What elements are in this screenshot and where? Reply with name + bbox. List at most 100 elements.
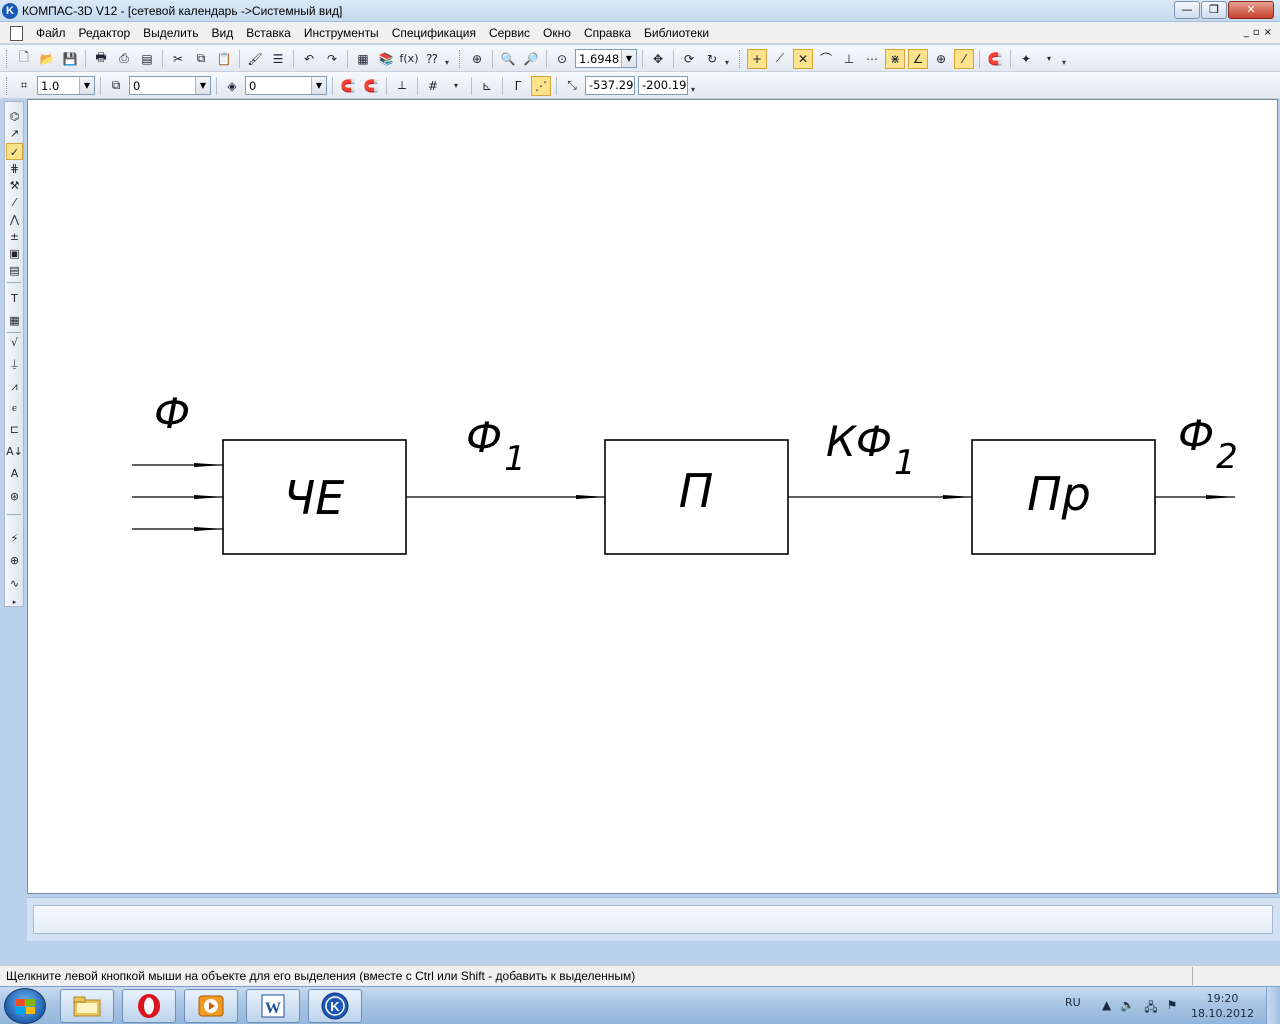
toolbar-overflow-icon[interactable]: ▾ — [691, 76, 700, 96]
snap-tangent-icon[interactable]: ⌒ — [816, 49, 836, 69]
zoom-window-icon[interactable]: ⊕ — [467, 49, 487, 69]
roughness-icon[interactable]: √ — [6, 334, 23, 351]
new-document-icon[interactable]: 🗋 — [14, 49, 34, 69]
ortho-mode-icon[interactable]: ⟂ — [392, 76, 412, 96]
taskbar-explorer[interactable] — [60, 989, 114, 1023]
undo-icon[interactable]: ↶ — [299, 49, 319, 69]
taskbar-opera[interactable] — [122, 989, 176, 1023]
menu-insert[interactable]: Вставка — [246, 26, 291, 40]
open-folder-icon[interactable]: 📂 — [37, 49, 57, 69]
toolbar-overflow-icon[interactable]: ▾ — [445, 49, 454, 69]
manager-icon[interactable]: ▦ — [353, 49, 373, 69]
redo-icon[interactable]: ↷ — [322, 49, 342, 69]
menu-libraries[interactable]: Библиотеки — [644, 26, 709, 40]
menu-window[interactable]: Окно — [543, 26, 571, 40]
language-indicator[interactable]: RU — [1065, 996, 1081, 1009]
coord-y-field[interactable]: -200.19 — [638, 76, 688, 95]
magnet-icon[interactable]: 🧲 — [985, 49, 1005, 69]
snap-midpoint-icon[interactable]: ⋇ — [885, 48, 905, 69]
pan-icon[interactable]: ✥ — [648, 49, 668, 69]
snap-center-icon[interactable]: ⊕ — [931, 49, 951, 69]
current-layer-combo[interactable]: 0 ▼ — [245, 76, 327, 95]
menu-select[interactable]: Выделить — [143, 26, 198, 40]
cursor-step-combo[interactable]: 1.0 ▼ — [37, 76, 95, 95]
toolbar-grip[interactable] — [6, 76, 9, 95]
zoom-scale-icon[interactable]: ⊙ — [552, 49, 572, 69]
local-cs-icon[interactable]: ⊾ — [477, 76, 497, 96]
lightning-icon[interactable]: ⚡ — [6, 530, 23, 547]
snaps-toggle-icon[interactable]: ⋰ — [531, 75, 551, 96]
page-setup-icon[interactable]: ▤ — [137, 49, 157, 69]
taskbar-word[interactable]: W — [246, 989, 300, 1023]
dimensions-icon[interactable]: ↗ — [6, 125, 23, 142]
view-arrow-icon[interactable]: A — [6, 465, 23, 482]
menu-specification[interactable]: Спецификация — [392, 26, 476, 40]
taskbar-media-player[interactable] — [184, 989, 238, 1023]
chevron-down-icon[interactable]: ▼ — [311, 77, 326, 94]
text-icon[interactable]: T — [6, 290, 23, 307]
chevron-down-icon[interactable]: ▾ — [1039, 49, 1059, 69]
geometry-icon[interactable]: ⌬ — [6, 108, 23, 125]
refresh-icon[interactable]: ⟳ — [679, 49, 699, 69]
snap-point-on-curve-icon[interactable]: ⁄ — [954, 48, 974, 69]
doc-close-button[interactable]: × — [1264, 27, 1272, 38]
maximize-button[interactable]: ❐ — [1201, 1, 1227, 19]
rebuild-icon[interactable]: ↻ — [702, 49, 722, 69]
print-icon[interactable]: 🖶 — [91, 49, 111, 69]
layer-magnet-alt-icon[interactable]: 🧲 — [361, 76, 381, 96]
cut-line-icon[interactable]: A↓ — [6, 443, 23, 460]
chevron-down-icon[interactable]: ▼ — [195, 77, 210, 94]
zoom-out-icon[interactable]: 🔍 — [498, 49, 518, 69]
zoom-scale-combo[interactable]: 1.6948 ▼ — [575, 49, 637, 68]
tolerance-icon[interactable]: ⊏ — [6, 421, 23, 438]
menu-view[interactable]: Вид — [212, 26, 234, 40]
show-desktop-button[interactable] — [1266, 987, 1280, 1024]
chevron-down-icon[interactable]: ▼ — [79, 77, 94, 94]
toolbar-grip[interactable] — [6, 49, 9, 68]
layers-icon[interactable]: ◈ — [222, 76, 242, 96]
start-button[interactable] — [4, 988, 46, 1024]
close-button[interactable]: ✕ — [1228, 1, 1274, 19]
round-mode-icon[interactable]: Γ — [508, 76, 528, 96]
volume-icon[interactable]: 🔈 — [1120, 998, 1135, 1019]
doc-restore-button[interactable]: ▫ — [1253, 27, 1260, 38]
wavy-line-icon[interactable]: ∿ — [6, 575, 23, 592]
current-view-combo[interactable]: 0 ▼ — [129, 76, 211, 95]
snap-normal-icon[interactable]: ⊥ — [839, 49, 859, 69]
toolbar-overflow-icon[interactable]: ▾ — [1062, 49, 1071, 69]
cut-icon[interactable]: ✂ — [168, 49, 188, 69]
network-icon[interactable]: 🖧 — [1144, 998, 1157, 1019]
measurements-icon[interactable]: ⁄ — [6, 194, 23, 211]
center-mark-icon[interactable]: ⊕ — [6, 552, 23, 569]
associative-views-icon[interactable]: ± — [6, 228, 23, 245]
clock[interactable]: 19:20 18.10.2012 — [1191, 991, 1254, 1021]
toolbar-overflow-icon[interactable]: ▾ — [725, 49, 734, 69]
table-icon[interactable]: ▦ — [6, 312, 23, 329]
snap-angle-icon[interactable]: ∠ — [908, 48, 928, 69]
designations-icon[interactable]: ✓ — [6, 143, 23, 160]
grid-icon[interactable]: # — [423, 76, 443, 96]
menu-help[interactable]: Справка — [584, 26, 631, 40]
library-icon[interactable]: 📚 — [376, 49, 396, 69]
selection-icon[interactable]: ⋀ — [6, 211, 23, 228]
cursor-step-icon[interactable]: ⌗ — [14, 76, 34, 96]
drawing-canvas[interactable]: Ф ЧЕ П Пр Ф1 КФ1 Ф2 — [27, 99, 1278, 894]
snap-grid-icon[interactable]: ⋯ — [862, 49, 882, 69]
snap-endpoint-icon[interactable]: ⟋ — [770, 49, 790, 69]
action-center-flag-icon[interactable]: ⚑ — [1167, 998, 1178, 1019]
print-preview-icon[interactable]: ⎙ — [114, 49, 134, 69]
reports-icon[interactable]: ▤ — [6, 262, 23, 279]
menu-edit[interactable]: Редактор — [79, 26, 131, 40]
save-icon[interactable]: 💾 — [60, 49, 80, 69]
doc-minimize-button[interactable]: _ — [1244, 27, 1249, 38]
snap-intersection-icon[interactable]: ✕ — [793, 48, 813, 69]
snap-menu-icon[interactable]: ✦ — [1016, 49, 1036, 69]
variables-icon[interactable]: f(x) — [399, 49, 419, 69]
mark-icon[interactable]: ⊛ — [6, 488, 23, 505]
help-pointer-icon[interactable]: ⁇ — [422, 49, 442, 69]
chevron-right-icon[interactable]: ▸ — [6, 594, 23, 611]
minimize-button[interactable]: — — [1174, 1, 1200, 19]
copy-icon[interactable]: ⧉ — [191, 49, 211, 69]
chevron-down-icon[interactable]: ▼ — [621, 50, 636, 67]
position-leader-icon[interactable]: ⲉ — [6, 399, 23, 416]
